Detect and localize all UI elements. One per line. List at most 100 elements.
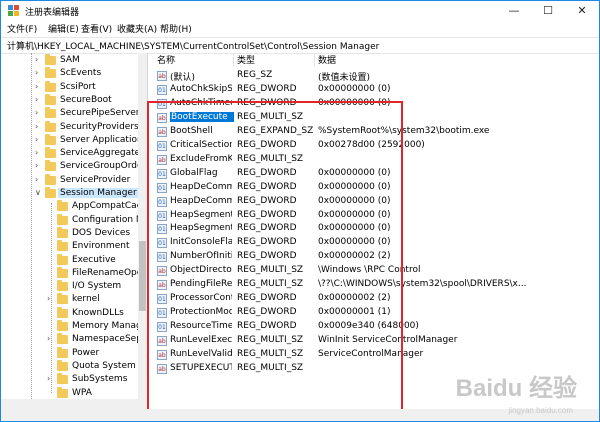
folder-icon	[57, 200, 68, 211]
maximize-button[interactable]: ☐	[531, 1, 565, 21]
tree-item-label: AppCompatCache	[72, 201, 148, 211]
folder-icon	[45, 67, 56, 78]
tree-guide-line	[31, 53, 32, 403]
tree-item-label: Memory Manager	[72, 321, 148, 331]
tree-item-label: SecurePipeServers	[60, 108, 145, 118]
baidu-watermark: Baidu 经验	[455, 375, 577, 402]
expand-chevron-icon[interactable]: ›	[35, 135, 38, 144]
folder-icon	[45, 54, 56, 65]
folder-icon	[45, 134, 56, 145]
minimize-button[interactable]: —	[497, 1, 531, 21]
value-row[interactable]: 01AutoChkSkipSy... REG_DWORD 0x00000000 (0…	[149, 83, 599, 97]
tree-item-label: DOS Devices	[72, 228, 131, 238]
tree-item-label: Power	[72, 348, 100, 358]
tree-item-label: WPA	[72, 388, 92, 398]
tree-item-label: FileRenameOpera	[72, 268, 148, 278]
menu-favorites[interactable]: 收藏夹(A)	[117, 22, 157, 35]
value-name: AutoChkSkipSy...	[170, 84, 232, 94]
folder-icon	[45, 160, 56, 171]
folder-icon	[45, 174, 56, 185]
value-type: REG_SZ	[237, 70, 273, 80]
expand-chevron-icon[interactable]: ›	[35, 122, 38, 131]
tree-item-label: KnownDLLs	[72, 308, 124, 318]
value-data: 0x00000000 (0)	[318, 84, 391, 94]
column-header-name[interactable]: 名称	[157, 53, 175, 67]
expand-chevron-icon[interactable]: ›	[35, 68, 38, 77]
address-path: 计算机\HKEY_LOCAL_MACHINE\SYSTEM\CurrentCon…	[7, 42, 380, 52]
column-header-data[interactable]: 数据	[318, 53, 336, 67]
address-bar[interactable]: 计算机\HKEY_LOCAL_MACHINE\SYSTEM\CurrentCon…	[1, 37, 599, 54]
collapse-chevron-icon[interactable]: ∨	[35, 188, 41, 197]
folder-icon	[57, 347, 68, 358]
menu-edit[interactable]: 编辑(E)	[48, 22, 79, 35]
folder-icon	[57, 293, 68, 304]
folder-icon	[57, 254, 68, 265]
folder-icon	[57, 227, 68, 238]
value-data: (数值未设置)	[318, 73, 371, 83]
tree-item-label: SecureBoot	[60, 95, 112, 105]
tree-horizontal-scrollbar[interactable]	[1, 399, 147, 409]
menu-bar: 文件(F) 编辑(E) 查看(V) 收藏夹(A) 帮助(H)	[1, 21, 599, 37]
column-header-type[interactable]: 类型	[237, 53, 255, 67]
tree-item-label: ScEvents	[60, 68, 102, 78]
value-type: REG_DWORD	[237, 84, 297, 94]
expand-chevron-icon[interactable]: ›	[47, 334, 50, 343]
folder-icon	[45, 147, 56, 158]
column-divider[interactable]	[233, 53, 234, 67]
tree-item-label: kernel	[72, 294, 100, 304]
tree-item-label: Session Manager	[58, 188, 139, 198]
menu-file[interactable]: 文件(F)	[7, 22, 37, 35]
expand-chevron-icon[interactable]: ›	[35, 175, 38, 184]
value-row[interactable]: ab (默认) REG_SZ (数值未设置)	[149, 69, 599, 83]
expand-chevron-icon[interactable]: ›	[47, 294, 50, 303]
registry-editor-window: 注册表编辑器 — ☐ ✕ 文件(F) 编辑(E) 查看(V) 收藏夹(A) 帮助…	[0, 0, 600, 422]
tree-item-label: NamespaceSepar	[72, 334, 148, 344]
string-value-icon: ab	[157, 71, 167, 81]
folder-icon	[57, 307, 68, 318]
close-button[interactable]: ✕	[565, 1, 599, 21]
tree-item-label: Executive	[72, 255, 116, 265]
expand-chevron-icon[interactable]: ›	[35, 95, 38, 104]
expand-chevron-icon[interactable]: ›	[35, 148, 38, 157]
tree-item-label: ServiceGroupOrder	[60, 161, 147, 171]
title-bar: 注册表编辑器 — ☐ ✕	[1, 1, 599, 21]
tree-item-label: SAM	[60, 55, 80, 65]
folder-icon	[45, 81, 56, 92]
expand-chevron-icon[interactable]: ›	[35, 55, 38, 64]
folder-icon	[57, 214, 68, 225]
tree-item-label: Quota System	[72, 361, 136, 371]
folder-icon	[57, 373, 68, 384]
tree-item-label: SubSystems	[72, 374, 128, 384]
folder-icon	[45, 107, 56, 118]
tree-item-label: Configuration Ma	[72, 215, 148, 225]
watermark-url: jingyan.baidu.com	[508, 406, 573, 415]
tree-vertical-scrollbar[interactable]	[138, 53, 147, 409]
folder-icon	[45, 121, 56, 132]
tree-item-label: I/O System	[72, 281, 122, 291]
column-divider[interactable]	[314, 53, 315, 67]
expand-chevron-icon[interactable]: ›	[35, 108, 38, 117]
annotation-highlight-box	[147, 101, 403, 412]
window-title: 注册表编辑器	[25, 8, 80, 18]
folder-icon	[57, 333, 68, 344]
folder-icon	[57, 240, 68, 251]
binary-value-icon: 01	[157, 85, 167, 95]
expand-chevron-icon[interactable]: ›	[35, 161, 38, 170]
expand-chevron-icon[interactable]: ›	[35, 82, 38, 91]
tree-guide-line	[51, 203, 52, 393]
tree-item-label: Server Applications	[60, 135, 148, 145]
tree-item-label: ServiceProvider	[60, 175, 131, 185]
folder-icon	[57, 387, 68, 398]
tree-scroll-thumb[interactable]	[139, 241, 146, 311]
menu-view[interactable]: 查看(V)	[81, 22, 112, 35]
registry-tree: › SAM › ScEvents › ScsiPort › SecureBoot › Secure…	[1, 53, 148, 409]
regedit-app-icon	[8, 5, 19, 16]
tree-item-label: SecurityProviders	[60, 122, 139, 132]
menu-help[interactable]: 帮助(H)	[160, 22, 192, 35]
folder-icon	[57, 360, 68, 371]
tree-item-label: Environment	[72, 241, 130, 251]
expand-chevron-icon[interactable]: ›	[47, 374, 50, 383]
tree-item-label: ServiceAggregatedE	[60, 148, 148, 158]
folder-icon	[45, 187, 56, 198]
folder-icon	[57, 267, 68, 278]
